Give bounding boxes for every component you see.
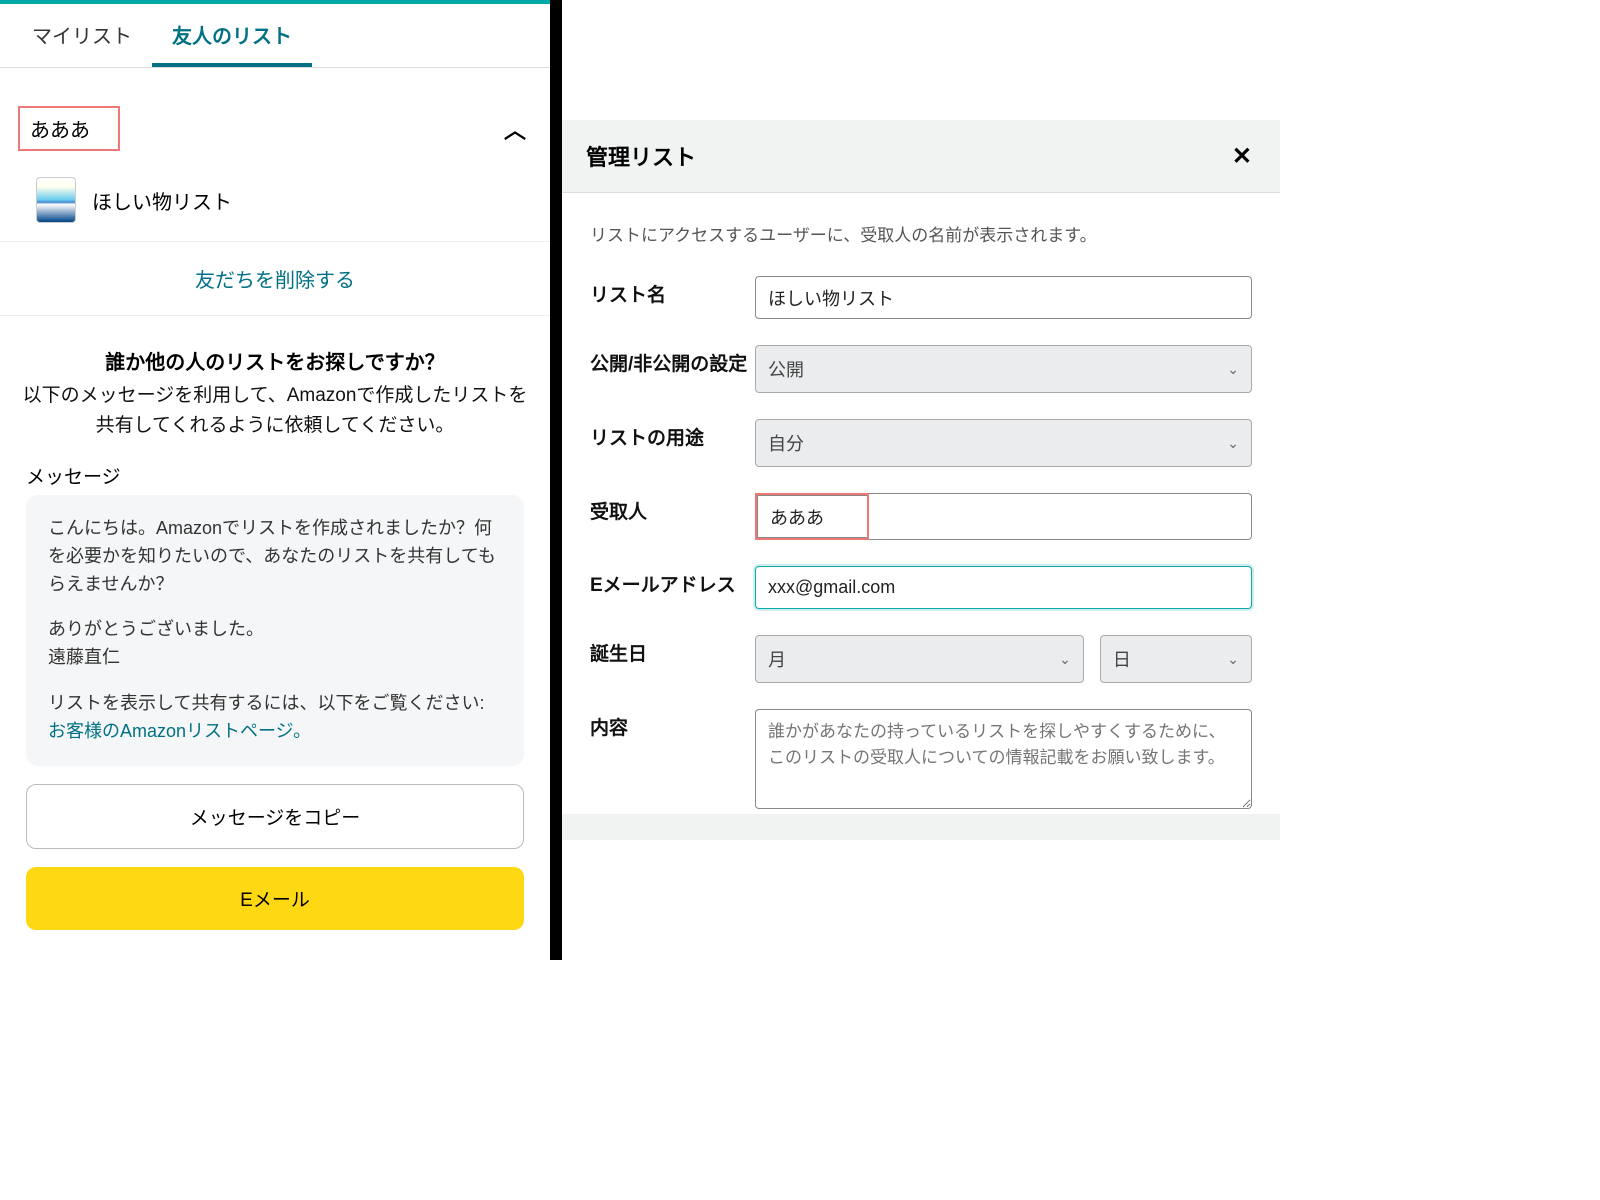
looking-desc: 以下のメッセージを利用して、Amazonで作成したリストを共有してくれるように依… bbox=[22, 381, 528, 442]
chevron-down-icon: ⌄ bbox=[1059, 651, 1071, 668]
close-icon[interactable]: ✕ bbox=[1232, 142, 1252, 171]
manage-list-modal: 管理リスト ✕ リストにアクセスするユーザーに、受取人の名前が表示されます。 リ… bbox=[562, 120, 1280, 840]
wishlist-thumb-icon bbox=[36, 177, 76, 223]
content-textarea[interactable] bbox=[755, 709, 1252, 809]
modal-body: リストにアクセスするユーザーに、受取人の名前が表示されます。 リスト名 公開/非… bbox=[562, 193, 1280, 814]
message-p3: リストを表示して共有するには、以下をご覧ください: お客様のAmazonリストペ… bbox=[48, 690, 502, 746]
label-content: 内容 bbox=[590, 709, 755, 742]
modal-title: 管理リスト bbox=[586, 140, 696, 172]
tab-friendlist[interactable]: 友人のリスト bbox=[152, 4, 312, 67]
email-button[interactable]: Eメール bbox=[26, 867, 524, 930]
recipient-highlight bbox=[755, 493, 869, 540]
recipient-input-rest[interactable] bbox=[869, 493, 1252, 540]
label-email: Eメールアドレス bbox=[590, 566, 755, 599]
recipient-input[interactable] bbox=[757, 495, 867, 538]
chevron-down-icon: ⌄ bbox=[1227, 435, 1239, 452]
amazon-list-page-link[interactable]: お客様のAmazonリストページ。 bbox=[48, 721, 311, 741]
panel-divider bbox=[550, 0, 562, 960]
chevron-down-icon: ⌄ bbox=[1227, 361, 1239, 378]
friends-list-panel: マイリスト 友人のリスト あああ ︿ ほしい物リスト 友だちを削除する 誰か他の… bbox=[0, 0, 550, 960]
chevron-down-icon: ⌄ bbox=[1227, 651, 1239, 668]
message-box: こんにちは。Amazonでリストを作成されましたか？何を必要かを知りたいので、あ… bbox=[26, 495, 524, 766]
message-p2: ありがとうございました。 遠藤直仁 bbox=[48, 616, 502, 672]
email-input[interactable] bbox=[755, 566, 1252, 609]
privacy-select[interactable]: 公開 ⌄ bbox=[755, 345, 1252, 393]
looking-block: 誰か他の人のリストをお探しですか？ 以下のメッセージを利用して、Amazonで作… bbox=[0, 316, 550, 452]
label-privacy: 公開/非公開の設定 bbox=[590, 345, 755, 378]
manage-list-panel: 管理リスト ✕ リストにアクセスするユーザーに、受取人の名前が表示されます。 リ… bbox=[562, 0, 1280, 960]
delete-friend-link[interactable]: 友だちを削除する bbox=[0, 242, 550, 316]
copy-message-button[interactable]: メッセージをコピー bbox=[26, 784, 524, 849]
chevron-up-icon: ︿ bbox=[504, 113, 526, 145]
bday-month-select[interactable]: 月 ⌄ bbox=[755, 635, 1084, 683]
message-section: メッセージ こんにちは。Amazonでリストを作成されましたか？何を必要かを知り… bbox=[0, 452, 550, 766]
friend-name-highlight: あああ bbox=[18, 106, 120, 151]
label-purpose: リストの用途 bbox=[590, 419, 755, 452]
label-listname: リスト名 bbox=[590, 276, 755, 309]
bday-day-select[interactable]: 日 ⌄ bbox=[1100, 635, 1252, 683]
friend-accordion-header[interactable]: あああ ︿ bbox=[0, 88, 550, 169]
message-label: メッセージ bbox=[26, 462, 524, 489]
message-p1: こんにちは。Amazonでリストを作成されましたか？何を必要かを知りたいので、あ… bbox=[48, 515, 502, 599]
label-birthday: 誕生日 bbox=[590, 635, 755, 668]
listname-input[interactable] bbox=[755, 276, 1252, 319]
modal-header: 管理リスト ✕ bbox=[562, 120, 1280, 193]
wishlist-row[interactable]: ほしい物リスト bbox=[0, 169, 550, 242]
wishlist-label: ほしい物リスト bbox=[92, 186, 232, 215]
tab-bar: マイリスト 友人のリスト bbox=[0, 4, 550, 68]
tab-mylist[interactable]: マイリスト bbox=[12, 4, 152, 67]
purpose-select[interactable]: 自分 ⌄ bbox=[755, 419, 1252, 467]
looking-title: 誰か他の人のリストをお探しですか？ bbox=[22, 346, 528, 375]
label-recipient: 受取人 bbox=[590, 493, 755, 526]
modal-subdesc: リストにアクセスするユーザーに、受取人の名前が表示されます。 bbox=[590, 221, 1252, 246]
